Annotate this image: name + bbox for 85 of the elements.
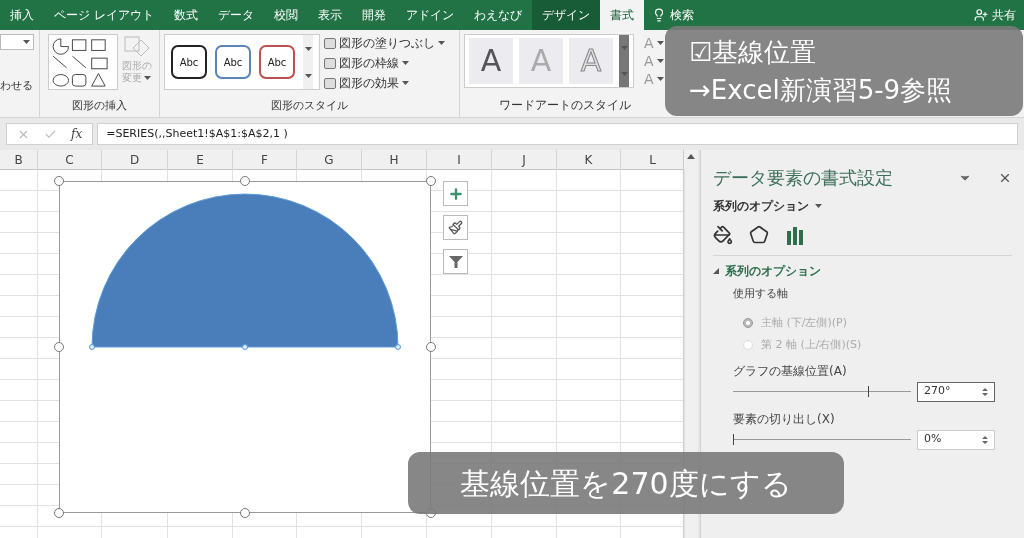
wordart-style-preset[interactable]: A — [469, 38, 513, 84]
group-label: 図形のスタイル — [271, 97, 348, 114]
resize-handle[interactable] — [54, 508, 64, 518]
ribbon-tab[interactable]: 開発 — [351, 0, 396, 30]
ribbon-label: わせる — [0, 78, 34, 94]
half-pie-chart[interactable] — [89, 191, 401, 351]
add-element-button[interactable] — [443, 181, 468, 206]
ribbon-tab[interactable]: 書式 — [599, 0, 644, 30]
dropdown-caret-icon — [620, 46, 628, 50]
chart-style-button[interactable] — [443, 215, 468, 240]
ribbon-tab[interactable]: デザイン — [531, 0, 600, 30]
tell-me-button[interactable]: 検索 — [643, 0, 702, 30]
bar-chart-icon[interactable] — [785, 225, 805, 245]
filter-icon — [448, 254, 463, 269]
spinner-arrows-icon — [982, 434, 988, 445]
gallery-scroll-buttons[interactable] — [303, 35, 313, 89]
column-header[interactable]: B — [0, 150, 38, 170]
scroll-up-arrow-icon — [687, 154, 695, 159]
column-header[interactable]: C — [38, 150, 102, 170]
dropdown-caret-icon — [402, 81, 409, 85]
column-header[interactable]: G — [297, 150, 362, 170]
ribbon-tab[interactable]: 数式 — [163, 0, 208, 30]
dropdown-caret-icon — [620, 72, 628, 76]
paint-bucket-icon[interactable] — [713, 225, 733, 245]
shape-style-preset[interactable]: Abc — [259, 45, 295, 79]
resize-handle[interactable] — [54, 176, 64, 186]
resize-handle[interactable] — [240, 176, 250, 186]
ribbon-tab[interactable]: 挿入 — [0, 0, 44, 30]
dropdown-caret-icon — [656, 41, 664, 45]
note-line: ☑基線位置 — [689, 36, 818, 69]
column-header[interactable]: D — [102, 150, 168, 170]
dropdown-caret-icon — [304, 73, 312, 78]
expand-triangle-icon — [713, 268, 719, 274]
setting-label: グラフの基線位置(A) — [733, 362, 848, 380]
ribbon-tab[interactable]: ページ レイアウト — [44, 0, 164, 30]
dropdown-caret-icon — [304, 46, 312, 51]
paintbrush-icon — [448, 220, 463, 235]
pane-title: データ要素の書式設定 — [713, 166, 894, 190]
shape-gallery-icon[interactable] — [47, 34, 118, 90]
shape-format-command[interactable]: 図形の塗りつぶし — [324, 34, 445, 52]
dropdown-caret-icon — [438, 41, 445, 45]
column-header[interactable]: H — [362, 150, 427, 170]
formula-field[interactable]: =SERIES(,,Sheet1!$A$1:$A$2,1 ) — [97, 123, 1018, 145]
subtitle-caption-overlay: 基線位置を270度にする — [408, 452, 844, 514]
field-label: 使用する軸 — [733, 286, 789, 302]
column-header[interactable]: J — [492, 150, 557, 170]
pentagon-icon[interactable] — [749, 225, 769, 245]
resize-handle[interactable] — [426, 342, 436, 352]
shape-style-preset[interactable]: Abc — [215, 45, 251, 79]
user-plus-icon — [974, 8, 988, 22]
spin-field[interactable]: 270° — [917, 381, 995, 402]
ribbon-tab[interactable]: データ — [207, 0, 264, 30]
plus-icon — [447, 185, 464, 202]
ribbon-tab[interactable]: 表示 — [307, 0, 352, 30]
note-line: →Excel新演習5-9参照 — [689, 74, 954, 107]
shape-style-preset[interactable]: Abc — [171, 45, 207, 79]
dropdown-caret-icon — [656, 59, 664, 63]
dropdown-caret-icon — [815, 204, 822, 208]
column-header[interactable]: F — [233, 150, 297, 170]
group-label: ワードアートのスタイル — [499, 97, 631, 114]
spinner-arrows-icon — [982, 386, 988, 397]
dropdown-field[interactable] — [0, 34, 34, 50]
ribbon-tab[interactable]: わえなび — [463, 0, 532, 30]
ribbon-tab[interactable]: 校閲 — [263, 0, 308, 30]
resize-handle[interactable] — [54, 342, 64, 352]
section-header[interactable]: 系列のオプション — [713, 262, 821, 280]
shape-format-command[interactable]: 図形の効果 — [324, 74, 445, 92]
resize-handle[interactable] — [426, 176, 436, 186]
dropdown-caret-icon — [23, 40, 30, 44]
resize-handle[interactable] — [240, 508, 250, 518]
insert-function-label[interactable]: fx — [71, 125, 83, 143]
dropdown-caret-icon — [144, 76, 151, 80]
column-header[interactable]: K — [557, 150, 621, 170]
shape-format-command[interactable]: 図形の枠線 — [324, 54, 445, 72]
options-dropdown[interactable]: 系列のオプション — [713, 197, 822, 215]
share-button[interactable]: 共有 — [966, 0, 1024, 30]
group-label: 図形の挿入 — [72, 97, 127, 114]
dropdown-caret-icon — [656, 77, 664, 81]
column-header[interactable]: E — [168, 150, 233, 170]
dropdown-caret-icon — [402, 61, 409, 65]
setting-label: 要素の切り出し(X) — [733, 410, 836, 428]
column-header[interactable]: I — [427, 150, 492, 170]
chart-filter-button[interactable] — [443, 249, 468, 274]
spin-field[interactable]: 0% — [917, 429, 995, 450]
ribbon-tab[interactable]: アドイン — [395, 0, 464, 30]
